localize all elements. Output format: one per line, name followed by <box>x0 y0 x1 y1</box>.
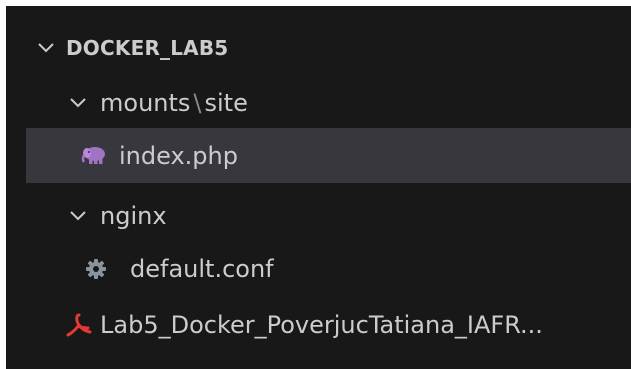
tree-root-label: DOCKER_LAB5 <box>66 35 229 60</box>
tree-folder-nginx[interactable]: nginx <box>6 188 631 243</box>
tree-file-default-conf[interactable]: default.conf <box>6 241 631 296</box>
path-segment-mounts: mounts <box>100 88 191 117</box>
chevron-down-icon <box>66 204 90 228</box>
path-separator: \ <box>193 88 202 117</box>
tree-folder-mounts-site[interactable]: mounts \ site <box>6 75 631 130</box>
tree-file-label: index.php <box>119 141 238 170</box>
tree-file-label: Lab5_Docker_PoverjucTatiana_IAFR... <box>100 311 543 339</box>
chevron-down-icon <box>34 36 58 60</box>
tree-file-label: default.conf <box>130 254 274 283</box>
tree-file-pdf[interactable]: Lab5_Docker_PoverjucTatiana_IAFR... <box>6 297 631 352</box>
php-elephant-icon <box>80 142 108 170</box>
tree-folder-label: nginx <box>100 201 167 230</box>
tree-file-name: Lab5_Docker_PoverjucTatiana_IAFR <box>100 310 521 339</box>
chevron-down-icon <box>66 91 90 115</box>
tree-root-docker-lab5[interactable]: DOCKER_LAB5 <box>6 20 631 75</box>
gear-icon <box>82 255 110 283</box>
explorer-panel: DOCKER_LAB5 mounts \ site index.php ngin… <box>6 6 631 369</box>
tree-folder-path: mounts \ site <box>100 89 248 117</box>
path-segment-site: site <box>204 88 248 117</box>
truncation-ellipsis: ... <box>520 310 543 339</box>
tree-file-index-php[interactable]: index.php <box>26 128 631 183</box>
pdf-icon <box>65 311 93 339</box>
